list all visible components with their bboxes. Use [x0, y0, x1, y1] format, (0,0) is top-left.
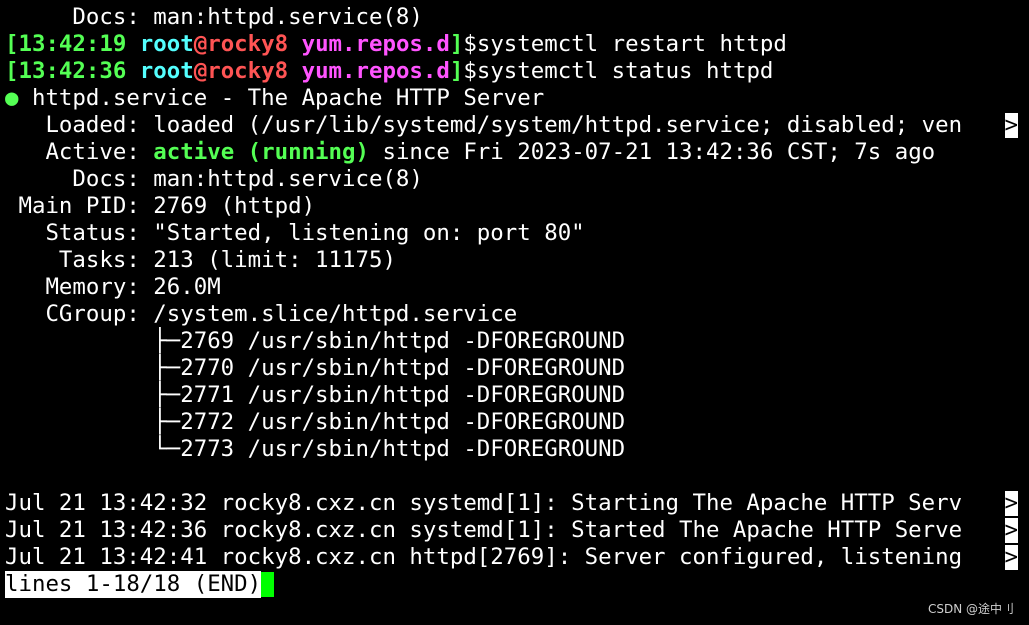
prompt-time: [13:42:19 — [5, 31, 127, 57]
process-line: └─2773 /usr/sbin/httpd -DFOREGROUND — [5, 436, 626, 462]
prompt-bracket: ] — [449, 58, 464, 84]
prompt-at: @ — [193, 31, 208, 57]
pager-status-line[interactable]: lines 1-18/18 (END) — [5, 571, 1029, 598]
active-line: Active: active (running) since Fri 2023-… — [5, 139, 1029, 166]
log-line: Jul 21 13:42:36 rocky8.cxz.cn systemd[1]… — [5, 517, 1029, 544]
prompt-at: @ — [193, 58, 208, 84]
service-title-line: ● httpd.service - The Apache HTTP Server — [5, 85, 1029, 112]
process-line: ├─2771 /usr/sbin/httpd -DFOREGROUND — [5, 382, 626, 408]
truncation-marker: > — [1004, 490, 1018, 516]
process-line: ├─2772 /usr/sbin/httpd -DFOREGROUND — [5, 409, 626, 435]
active-since: since Fri 2023-07-21 13:42:36 CST; 7s ag… — [368, 139, 936, 165]
tasks-line: Tasks: 213 (limit: 11175) — [5, 247, 396, 273]
status-line: Status: "Started, listening on: port 80" — [5, 220, 585, 246]
docs-line-prev: Docs: man:httpd.service(8) — [5, 4, 423, 30]
prompt-line-status: [13:42:36 root@rocky8 yum.repos.d]$syste… — [5, 58, 1029, 85]
loaded-line: Loaded: loaded (/usr/lib/systemd/system/… — [5, 112, 1029, 139]
log-text: Jul 21 13:42:32 rocky8.cxz.cn systemd[1]… — [5, 490, 963, 516]
truncation-marker: > — [1004, 517, 1018, 543]
prompt-user: root — [126, 58, 194, 84]
prompt-bracket: ] — [449, 31, 464, 57]
cgroup-line: CGroup: /system.slice/httpd.service — [5, 301, 518, 327]
log-line: Jul 21 13:42:32 rocky8.cxz.cn systemd[1]… — [5, 490, 1029, 517]
prompt-command: $systemctl restart httpd — [463, 31, 787, 57]
terminal-window[interactable]: Docs: man:httpd.service(8) [13:42:19 roo… — [5, 4, 1029, 598]
memory-line: Memory: 26.0M — [5, 274, 221, 300]
log-line: Jul 21 13:42:41 rocky8.cxz.cn httpd[2769… — [5, 544, 1029, 571]
prompt-path: yum.repos.d — [288, 58, 450, 84]
watermark: CSDN @途中刂 — [927, 602, 1014, 616]
prompt-path: yum.repos.d — [288, 31, 450, 57]
loaded-text: Loaded: loaded (/usr/lib/systemd/system/… — [5, 112, 963, 138]
cursor — [261, 572, 275, 597]
prompt-time: [13:42:36 — [5, 58, 127, 84]
prompt-line-restart: [13:42:19 root@rocky8 yum.repos.d]$syste… — [5, 31, 1029, 58]
prompt-host: rocky8 — [207, 58, 289, 84]
process-line: ├─2770 /usr/sbin/httpd -DFOREGROUND — [5, 355, 626, 381]
active-status: active (running) — [153, 139, 369, 165]
truncation-marker: > — [1004, 544, 1018, 570]
main-pid-line: Main PID: 2769 (httpd) — [5, 193, 316, 219]
prompt-user: root — [126, 31, 194, 57]
log-text: Jul 21 13:42:41 rocky8.cxz.cn httpd[2769… — [5, 544, 963, 570]
status-dot-icon: ● — [5, 85, 19, 111]
pager-status: lines 1-18/18 (END) — [5, 571, 262, 598]
active-label: Active: — [5, 139, 154, 165]
prompt-command: $systemctl status httpd — [463, 58, 774, 84]
docs-line: Docs: man:httpd.service(8) — [5, 166, 423, 192]
process-line: ├─2769 /usr/sbin/httpd -DFOREGROUND — [5, 328, 626, 354]
prompt-host: rocky8 — [207, 31, 289, 57]
log-text: Jul 21 13:42:36 rocky8.cxz.cn systemd[1]… — [5, 517, 963, 543]
service-title: httpd.service - The Apache HTTP Server — [18, 85, 545, 111]
truncation-marker: > — [1004, 112, 1018, 138]
